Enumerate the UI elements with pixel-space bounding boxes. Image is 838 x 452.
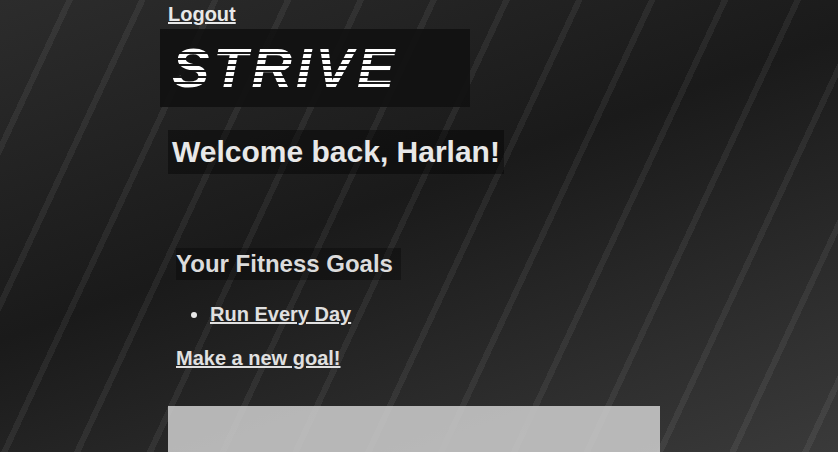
goals-list: Run Every Day [176,300,351,328]
welcome-heading: Welcome back, Harlan! [168,130,504,174]
logo-text: STRIVE [172,36,458,100]
page: Logout STRIVE Welcome back, Harlan! Your Fi… [0,0,838,452]
logo: STRIVE [160,29,470,107]
new-goal-link[interactable]: Make a new goal! [176,344,341,372]
goal-item: Run Every Day [210,300,351,328]
goal-link[interactable]: Run Every Day [210,303,351,325]
workouts-panel [168,406,660,452]
goals-title: Your Fitness Goals [176,248,401,280]
content: Logout STRIVE Welcome back, Harlan! Your Fi… [0,0,838,452]
logout-link[interactable]: Logout [168,0,236,26]
goals-section: Your Fitness Goals Run Every Day Make a ne… [168,248,401,372]
